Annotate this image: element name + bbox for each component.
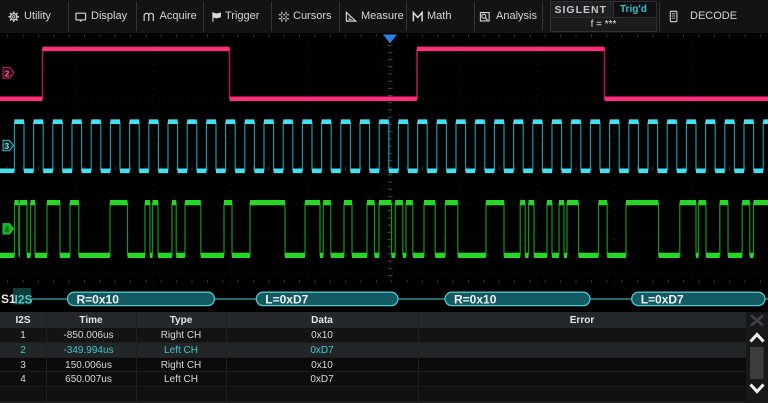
svg-text:4: 4: [4, 224, 9, 234]
svg-text:R=0x10: R=0x10: [77, 292, 120, 306]
svg-text:2: 2: [5, 68, 10, 78]
svg-text:I2S: I2S: [15, 292, 33, 306]
svg-text:L=0xD7: L=0xD7: [641, 292, 684, 306]
svg-text:L=0xD7: L=0xD7: [265, 292, 308, 306]
svg-text:3: 3: [4, 141, 9, 151]
svg-text:R=0x10: R=0x10: [454, 292, 497, 306]
